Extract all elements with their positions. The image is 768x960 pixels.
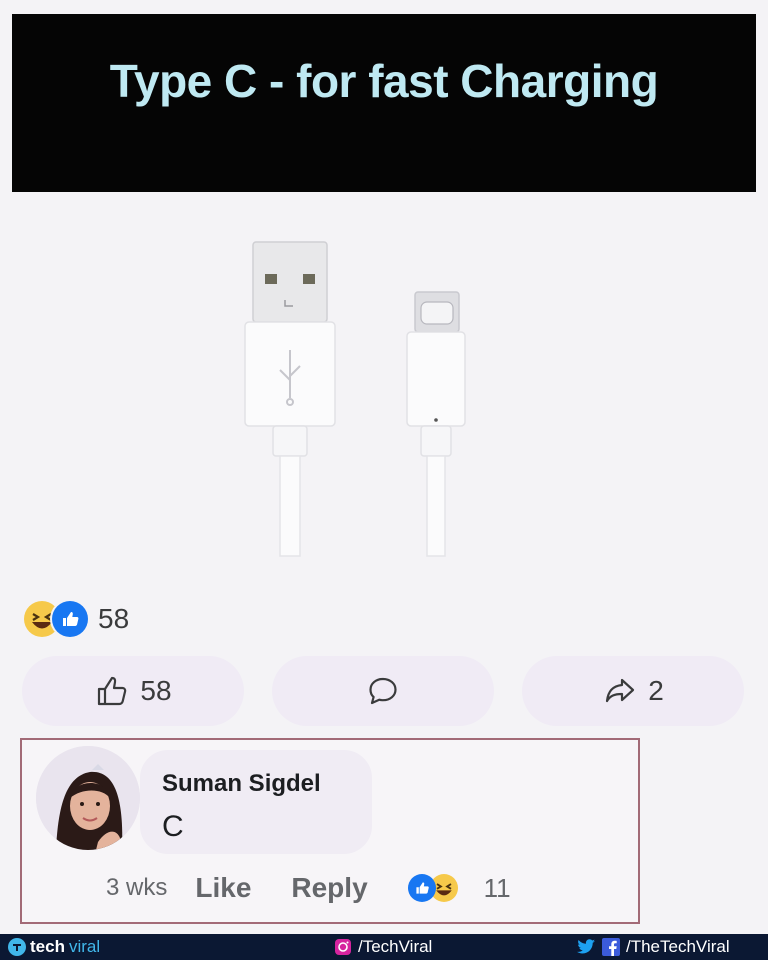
share-count: 2 <box>648 675 664 706</box>
social-handles: /TheTechViral <box>576 937 730 957</box>
instagram-icon <box>335 939 351 955</box>
reactions-summary[interactable]: 58 <box>24 596 129 642</box>
instagram-handle: /TechViral <box>334 937 432 957</box>
comment-like-link[interactable]: Like <box>195 872 251 904</box>
share-button[interactable]: 2 <box>522 656 744 726</box>
comment-text: C <box>162 810 184 843</box>
comment-icon <box>369 677 397 705</box>
comment-author[interactable]: Suman Sigdel <box>162 770 321 798</box>
reaction-count: 58 <box>98 603 130 634</box>
comment-time[interactable]: 3 wks <box>106 874 167 902</box>
share-icon <box>606 678 635 703</box>
cable-product-image <box>244 241 466 557</box>
comment-button[interactable] <box>272 656 494 726</box>
techviral-logo: tech viral <box>8 937 100 957</box>
comment-reaction-count[interactable]: 11 <box>484 873 511 904</box>
avatar[interactable] <box>36 746 140 850</box>
comment-meta: 3 wks Like Reply 11 <box>106 868 511 908</box>
post-image-banner: Type C - for fast Charging <box>12 14 756 192</box>
watermark-footer: tech viral /TechViral /TheTechViral <box>0 934 768 960</box>
comment-bubble[interactable]: Suman Sigdel C <box>140 750 372 854</box>
banner-title: Type C - for fast Charging <box>109 55 659 107</box>
highlighted-comment: Suman Sigdel C 3 wks Like Reply 11 <box>20 738 640 924</box>
like-count: 58 <box>140 675 172 706</box>
like-emoji-icon <box>52 601 88 637</box>
comment-reply-link[interactable]: Reply <box>291 872 367 904</box>
like-button[interactable]: 58 <box>22 656 244 726</box>
usb-c-connector <box>406 291 466 557</box>
top-strip <box>0 0 768 6</box>
facebook-icon <box>602 938 620 956</box>
thumbs-up-icon <box>98 676 127 706</box>
like-emoji-icon <box>407 874 436 902</box>
usb-a-connector <box>244 241 336 557</box>
twitter-icon <box>577 939 595 954</box>
techviral-logo-icon <box>8 938 26 956</box>
